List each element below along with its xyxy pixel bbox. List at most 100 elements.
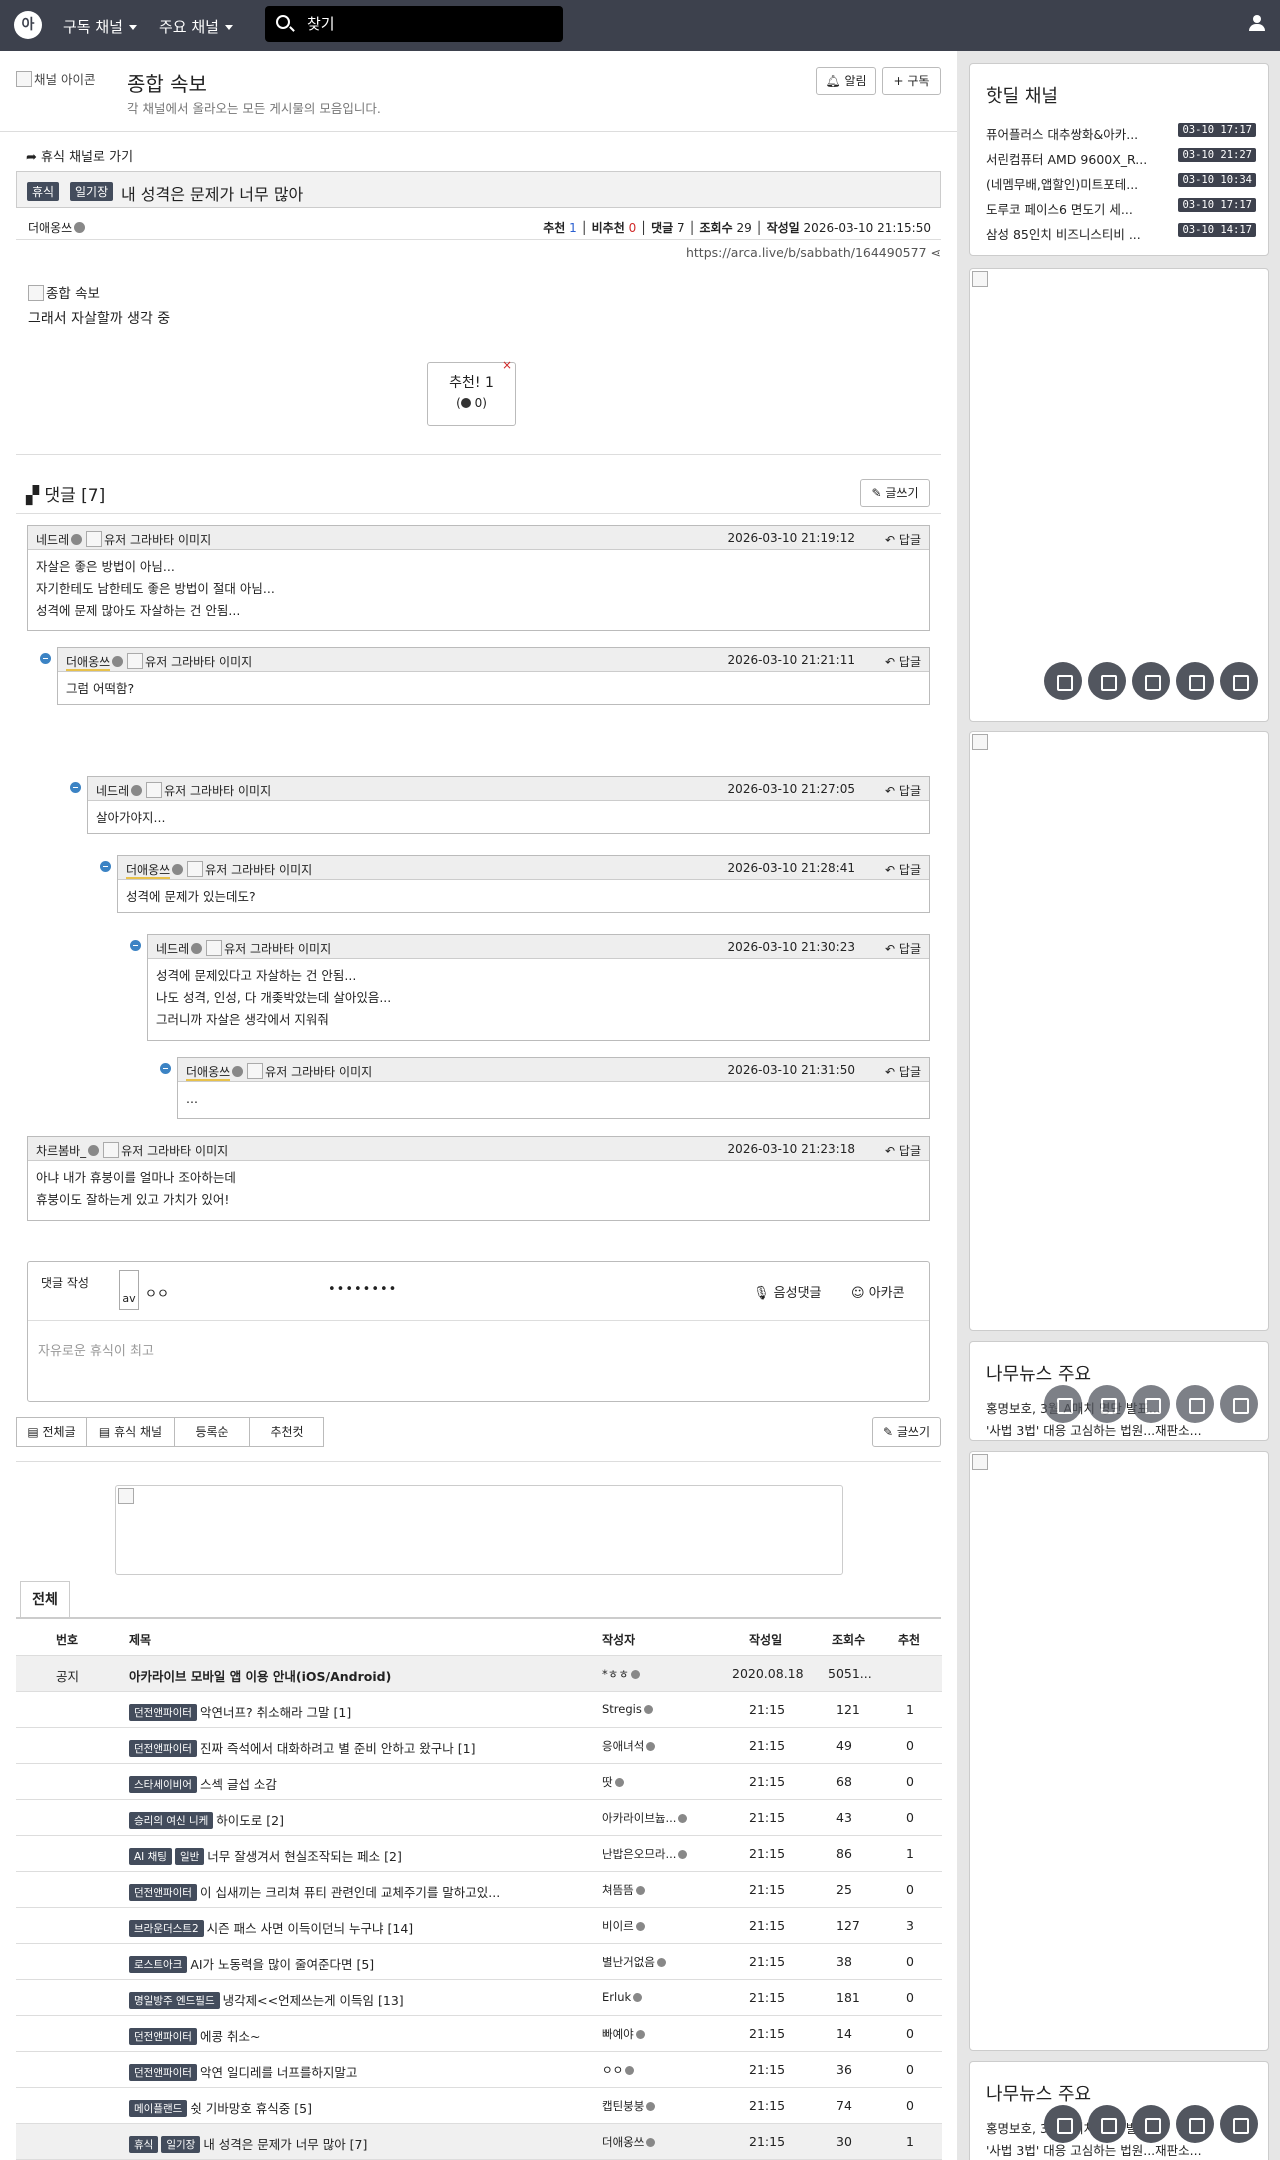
category-badge[interactable]: 로스트아크 xyxy=(129,1956,188,1973)
row-author[interactable]: 난밥은오므라... xyxy=(602,1846,722,1862)
row-title[interactable]: 브라운더스트2 시즌 패스 사면 이득이던늬 누구냐 [14] xyxy=(129,1918,589,1937)
row-title[interactable]: 던전앤파이터 이 십새끼는 크리쳐 퓨티 관련인데 교체주기를 말하고있... xyxy=(129,1882,589,1901)
table-row[interactable]: 던전앤파이터 악연 일디레를 너프를하지말고 ㅇㅇ 21:15 36 0 xyxy=(16,2052,942,2088)
table-row[interactable]: 던전앤파이터 이 십새끼는 크리쳐 퓨티 관련인데 교체주기를 말하고있... 쳐뜸… xyxy=(16,1872,942,1908)
collapse-toggle-icon[interactable] xyxy=(70,782,81,793)
best-cut-select[interactable]: 추천컷 xyxy=(250,1418,324,1446)
category-badge[interactable]: 브라운더스트2 xyxy=(129,1920,204,1937)
row-author[interactable]: 더애옹쓰 xyxy=(602,2134,722,2150)
search-icon[interactable] xyxy=(276,15,290,29)
voice-comment-button[interactable]: 🎙︎ 음성댓글 xyxy=(753,1282,822,1301)
row-author[interactable]: 비이르 xyxy=(602,1918,722,1934)
row-author[interactable]: 쳐뜸뜸 xyxy=(602,1882,722,1898)
table-row[interactable]: 메이플랜드 쉿 기바망호 휴식중 [5] 캡틴붕붕 21:15 74 0 xyxy=(16,2088,942,2124)
notice-row[interactable]: 공지 아카라이브 모바일 앱 이용 안내(iOS/Android) *ㅎㅎ 2020.… xyxy=(16,1656,942,1692)
hotdeal-item[interactable]: (네멤무배,앱할인)미트포테... 03-10 10:34 xyxy=(986,172,1256,192)
scroll-up-icon[interactable] xyxy=(1176,662,1214,700)
scroll-down-icon[interactable] xyxy=(1220,662,1258,700)
row-author[interactable]: 캡틴붕붕 xyxy=(602,2098,722,2114)
collapse-toggle-icon[interactable] xyxy=(100,861,111,872)
category-badge[interactable]: 휴식 xyxy=(129,2136,159,2153)
subscribed-channels-menu[interactable]: 구독 채널 xyxy=(63,16,137,37)
category-badge[interactable]: 스타세이비어 xyxy=(129,1776,197,1793)
collapse-toggle-icon[interactable] xyxy=(160,1063,171,1074)
post-url[interactable]: https://arca.live/b/sabbath/164490577 ⋖ xyxy=(686,245,941,260)
row-title[interactable]: AI 채팅 일반 너무 잘생겨서 현실조작되는 페소 [2] xyxy=(129,1846,589,1865)
reply-button[interactable]: ↶ 답글 xyxy=(885,1142,921,1159)
hotdeal-item[interactable]: 삼성 85인치 비즈니스티비 ... 03-10 14:17 xyxy=(986,222,1256,242)
filter-channel[interactable]: ▤ 휴식 채널 xyxy=(87,1418,175,1446)
row-author[interactable]: 땃 xyxy=(602,1774,722,1790)
hotdeal-item[interactable]: 도루코 페이스6 면도기 세... 03-10 17:17 xyxy=(986,197,1256,217)
table-row[interactable]: AI 채팅 일반 너무 잘생겨서 현실조작되는 페소 [2] 난밥은오므라... 21:… xyxy=(16,1836,942,1872)
ad-slot-1[interactable] xyxy=(969,268,1269,722)
comment-author[interactable]: 차르봄바_ 유저 그라바타 이미지 xyxy=(36,1142,228,1159)
table-row[interactable]: 로스트아크 AI가 노동력을 많이 줄여준다면 [5] 별난거없음 21:15 38 0 xyxy=(16,1944,942,1980)
category-badge[interactable]: 승리의 여신 니케 xyxy=(129,1812,214,1829)
password-field[interactable]: •••••••• xyxy=(328,1282,397,1297)
subscribe-button[interactable]: + 구독 xyxy=(882,67,941,95)
row-author[interactable]: ㅇㅇ xyxy=(602,2062,722,2078)
category-badge[interactable]: 던전앤파이터 xyxy=(129,1740,197,1757)
category-badge[interactable]: 명일방주 엔드필드 xyxy=(129,1992,220,2009)
row-title[interactable]: 던전앤파이터 에콩 취소~ xyxy=(129,2026,589,2045)
row-author[interactable]: *ㅎㅎ xyxy=(602,1666,722,1682)
comment-author[interactable]: 더애옹쓰 유저 그라바타 이미지 xyxy=(186,1063,372,1081)
row-author[interactable]: 응애녀석 xyxy=(602,1738,722,1754)
alarm-button[interactable]: 🔔︎ 알림 xyxy=(816,67,876,95)
row-title[interactable]: 아카라이브 모바일 앱 이용 안내(iOS/Android) xyxy=(129,1666,589,1685)
vote-up-button[interactable]: 추천! 1 ( 0) × xyxy=(427,358,516,426)
table-row[interactable]: 스타세이비어 스섹 글섭 소감 땃 21:15 68 0 xyxy=(16,1764,942,1800)
ad-slot-2[interactable] xyxy=(969,731,1269,1331)
list-write-button[interactable]: ✎ 글쓰기 xyxy=(872,1417,941,1447)
category-badge[interactable]: 던전앤파이터 xyxy=(129,1704,197,1721)
comment-author[interactable]: 더애옹쓰 유저 그라바타 이미지 xyxy=(66,653,252,671)
site-logo[interactable]: 아 xyxy=(14,11,42,39)
row-author[interactable]: 빠예야 xyxy=(602,2026,722,2042)
reply-button[interactable]: ↶ 답글 xyxy=(885,861,921,878)
row-title[interactable]: 승리의 여신 니케 하이도로 [2] xyxy=(129,1810,589,1829)
sort-order-select[interactable]: 등록순 xyxy=(175,1418,250,1446)
category-badge[interactable]: AI 채팅 xyxy=(129,1848,172,1865)
comment-author[interactable]: 네드레 유저 그라바타 이미지 xyxy=(36,531,211,548)
arcacon-button[interactable]: ☺ 아카콘 xyxy=(851,1282,905,1301)
category-badge[interactable]: 일반 xyxy=(174,1848,205,1865)
hotdeal-item[interactable]: 퓨어플러스 대추쌍화&아카... 03-10 17:17 xyxy=(986,122,1256,142)
comment-write-button[interactable]: ✎ 글쓰기 xyxy=(860,479,930,507)
ad-slot-3[interactable] xyxy=(969,1451,1269,2051)
row-title[interactable]: 던전앤파이터 악연 일디레를 너프를하지말고 xyxy=(129,2062,589,2081)
go-to-channel-link[interactable]: ➦ 휴식 채널로 가기 xyxy=(26,146,133,165)
search-input[interactable] xyxy=(307,12,552,36)
close-icon[interactable]: × xyxy=(502,358,512,372)
filter-all-posts[interactable]: ▤ 전체글 xyxy=(17,1418,87,1446)
reply-button[interactable]: ↶ 답글 xyxy=(885,940,921,957)
category-badge[interactable]: 던전앤파이터 xyxy=(129,2028,197,2045)
row-title[interactable]: 명일방주 엔드필드 냉각제<<언제쓰는게 이득임 [13] xyxy=(129,1990,589,2009)
row-author[interactable]: Erluk xyxy=(602,1990,722,2004)
scroll-down-icon[interactable] xyxy=(1220,1385,1258,1423)
settings-icon[interactable] xyxy=(1044,1385,1082,1423)
row-author[interactable]: 아카라이브늅... xyxy=(602,1810,722,1826)
comment-textarea[interactable]: 자유로운 휴식이 최고 xyxy=(38,1340,154,1359)
comments-icon[interactable] xyxy=(1088,662,1126,700)
settings-icon[interactable] xyxy=(1044,662,1082,700)
scroll-up-icon[interactable] xyxy=(1176,1385,1214,1423)
scroll-down-icon[interactable] xyxy=(1220,2105,1258,2143)
table-row[interactable]: 휴식 일기장 내 성격은 문제가 너무 많아 [7] 더애옹쓰 21:15 30 1 xyxy=(16,2124,942,2160)
reply-button[interactable]: ↶ 답글 xyxy=(885,653,921,670)
post-author[interactable]: 더애옹쓰 xyxy=(28,219,86,236)
row-title[interactable]: 스타세이비어 스섹 글섭 소감 xyxy=(129,1774,589,1793)
comment-author[interactable]: 네드레 유저 그라바타 이미지 xyxy=(156,940,331,957)
category-badge[interactable]: 메이플랜드 xyxy=(129,2100,188,2117)
row-title[interactable]: 던전앤파이터 악연너프? 취소해라 그말 [1] xyxy=(129,1702,589,1721)
category-badge[interactable]: 던전앤파이터 xyxy=(129,1884,197,1901)
ad-banner[interactable] xyxy=(115,1485,843,1575)
row-title[interactable]: 던전앤파이터 진짜 즉석에서 대화하려고 별 준비 안하고 왔구나 [1] xyxy=(129,1738,589,1757)
collapse-toggle-icon[interactable] xyxy=(130,940,141,951)
reply-button[interactable]: ↶ 답글 xyxy=(885,1063,921,1080)
list-icon[interactable] xyxy=(1132,662,1170,700)
settings-icon[interactable] xyxy=(1044,2105,1082,2143)
main-channels-menu[interactable]: 주요 채널 xyxy=(159,16,233,37)
row-author[interactable]: 별난거없음 xyxy=(602,1954,722,1970)
post-badge-subcategory[interactable]: 일기장 xyxy=(70,182,114,201)
